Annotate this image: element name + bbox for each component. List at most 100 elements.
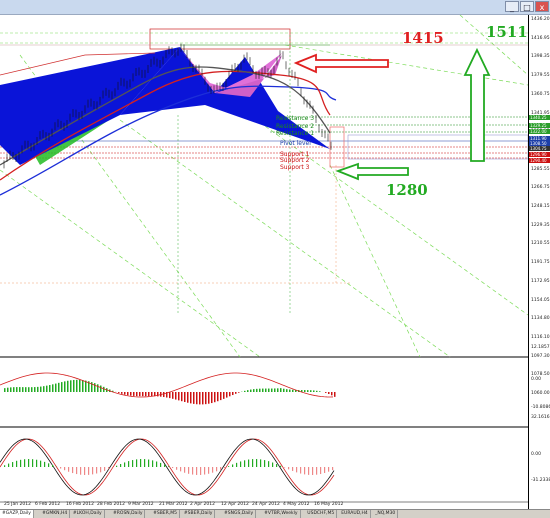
histogram-bar [292,390,294,392]
oscillator-bar [248,460,249,467]
oscillator-bar [212,467,213,473]
date-tick-label: 25 Jan 2012 [4,502,31,507]
oscillator-bar [20,460,21,467]
histogram-bar [202,392,204,404]
price-tick-label: 1248.15 [531,204,550,209]
oscillator-bar [244,460,245,467]
oscillator-bar [52,465,53,467]
oscillator-bar [280,466,281,467]
oscillator-bar [288,467,289,469]
indicator1-tick-label: 12.1857 [531,345,550,350]
oscillator-bar [136,459,137,467]
histogram-bar [214,392,216,402]
histogram-bar [205,392,207,404]
histogram-bar [268,389,270,392]
red-arrow [296,55,388,72]
minimize-button[interactable]: _ [505,1,519,12]
indicator1 [0,373,336,404]
oscillator-bar [64,467,65,470]
resistance3-label: Resistance 3 [276,115,314,122]
oscillator-bar [104,467,105,471]
histogram-bar [73,380,75,392]
histogram-bar [103,387,105,392]
oscillator-bar [160,463,161,467]
histogram-bar [247,390,249,392]
oscillator-bar [124,462,125,467]
oscillator-bar [196,467,197,475]
oscillator-bar [24,459,25,467]
histogram-bar [25,387,27,392]
histogram-bar [40,387,42,392]
price-tick-label: 1416.95 [531,36,550,41]
price-tick-label: 1266.75 [531,185,550,190]
oscillator-bar [84,467,85,475]
oscillator-bar [236,463,237,467]
indicator2-tick-label: 0.00 [531,452,541,457]
oscillator-bar [80,467,81,475]
histogram-bar [283,389,285,392]
oscillator-bar [168,466,169,467]
oscillator-bar [76,467,77,474]
oscillator-bar [12,462,13,467]
histogram-bar [7,388,9,392]
histogram-bar [265,389,267,392]
close-button[interactable]: x [535,1,549,12]
indicator2 [0,439,334,495]
date-tick-label: 2 Apr 2012 [190,502,215,507]
oscillator-bar [260,459,261,467]
histogram-bar [208,392,210,404]
price-tick-label: 1379.55 [531,73,550,78]
oscillator-bar [264,460,265,467]
date-tick-label: 21 Mar 2012 [159,502,188,507]
histogram-bar [13,387,15,392]
histogram-bar [217,392,219,401]
indicator2-tick-label: 32.1616 [531,415,550,420]
histogram-bar [97,384,99,392]
histogram-bar [169,392,171,398]
oscillator-bar [320,467,321,474]
histogram-bar [67,381,69,392]
histogram-bar [58,383,60,392]
signal-line [0,373,333,397]
oscillator-bar [44,462,45,467]
maximize-button[interactable]: □ [520,1,534,12]
histogram-bar [313,390,315,392]
price-tag: 1304.75 [529,146,550,151]
oscillator-bar [312,467,313,475]
histogram-bar [4,388,6,392]
price-tick-label: 1210.55 [531,241,550,246]
chart-window: _ □ x [0,0,550,517]
histogram-bar [211,392,213,403]
histogram-bar [172,392,174,399]
histogram-bar [331,392,333,395]
oscillator-bar [184,467,185,473]
histogram-bar [79,380,81,392]
oscillator-bar [68,467,69,472]
histogram-bar [136,392,138,396]
oscillator-bar [316,467,317,475]
date-tick-label: 28 Feb 2012 [97,502,125,507]
histogram-bar [142,392,144,396]
histogram-bar [64,381,66,392]
oscillator-bar [232,464,233,467]
histogram-bar [175,392,177,400]
oscillator-bar [192,467,193,475]
histogram-bar [49,385,51,392]
histogram-bar [127,392,129,395]
oscillator-bar [8,464,9,467]
histogram-bar [19,387,21,392]
oscillator-bar [256,459,257,467]
oscillator-bar [200,467,201,475]
oscillator-bar [108,467,109,469]
window-titlebar: _ □ x [0,0,550,15]
oscillator-bar [28,459,29,467]
date-tick-label: 4 May 2012 [283,502,309,507]
price-tick-label: 1060.00 [531,391,550,396]
histogram-bar [121,392,123,394]
price-chart[interactable] [0,15,528,509]
histogram-bar [10,387,12,392]
histogram-bar [163,392,165,397]
annotation-1280: 1280 [386,181,428,199]
oscillator-bar [208,467,209,474]
resistance2-label: Resistance 2 [276,123,314,130]
